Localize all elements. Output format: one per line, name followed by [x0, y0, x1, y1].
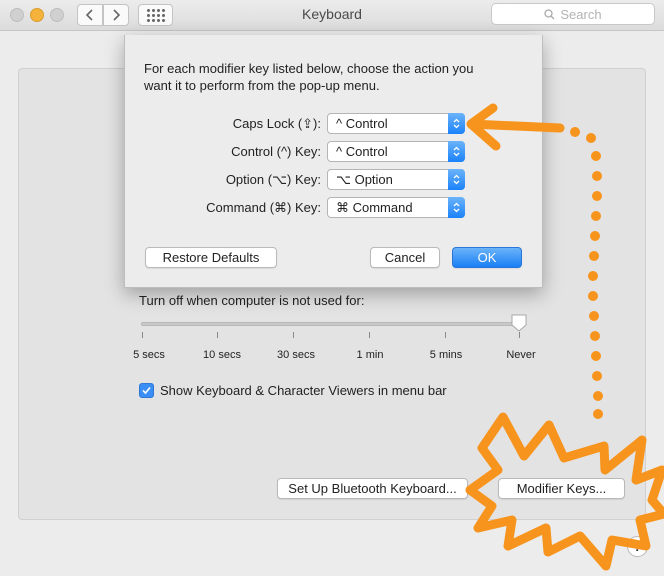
checkmark-icon: [142, 386, 151, 395]
modifier-keys-sheet: For each modifier key listed below, choo…: [124, 35, 543, 288]
slider-tick: [519, 332, 520, 338]
setup-bluetooth-button[interactable]: Set Up Bluetooth Keyboard...: [277, 478, 468, 499]
slider-knob[interactable]: [511, 314, 527, 332]
slider-tick-label: 5 secs: [133, 349, 165, 361]
modifier-keys-button[interactable]: Modifier Keys...: [498, 478, 625, 499]
popup-arrows-icon: [448, 113, 465, 134]
slider-tick-label: 10 secs: [203, 349, 241, 361]
slider-tick-label: Never: [506, 349, 536, 361]
slider-tick: [369, 332, 370, 338]
slider-tick-label: 1 min: [356, 349, 384, 361]
option-key-value: ⌥ Option: [336, 171, 393, 187]
caps-lock-value: ^ Control: [336, 116, 388, 131]
help-button[interactable]: ?: [627, 536, 648, 557]
slider-tick-label: 5 mins: [429, 349, 463, 361]
slider-tick: [293, 332, 294, 338]
control-key-popup[interactable]: ^ Control: [327, 141, 465, 162]
control-key-value: ^ Control: [336, 144, 388, 159]
sheet-description: For each modifier key listed below, choo…: [144, 60, 524, 94]
slider-tick: [142, 332, 143, 338]
idle-slider-track[interactable]: [141, 322, 519, 326]
restore-defaults-button[interactable]: Restore Defaults: [145, 247, 277, 268]
popup-arrows-icon: [448, 169, 465, 190]
option-key-popup[interactable]: ⌥ Option: [327, 169, 465, 190]
search-icon: [544, 8, 555, 19]
ok-button[interactable]: OK: [452, 247, 522, 268]
command-key-value: ⌘ Command: [336, 199, 413, 215]
show-viewers-label: Show Keyboard & Character Viewers in men…: [160, 383, 447, 398]
search-field[interactable]: Search: [491, 3, 655, 25]
cancel-button[interactable]: Cancel: [370, 247, 440, 268]
popup-arrows-icon: [448, 141, 465, 162]
show-viewers-row[interactable]: Show Keyboard & Character Viewers in men…: [139, 383, 447, 398]
slider-tick-label: 30 secs: [277, 349, 315, 361]
slider-tick: [217, 332, 218, 338]
sheet-description-line: For each modifier key listed below, choo…: [144, 61, 474, 76]
control-key-label: Control (^) Key:: [231, 144, 321, 159]
command-key-label: Command (⌘) Key:: [206, 200, 321, 215]
popup-arrows-icon: [448, 197, 465, 218]
turnoff-label: Turn off when computer is not used for:: [139, 293, 365, 308]
title-bar: Keyboard Search: [0, 0, 664, 31]
sheet-description-line: want it to perform from the pop-up menu.: [144, 78, 380, 93]
show-viewers-checkbox[interactable]: [139, 383, 154, 398]
option-key-label: Option (⌥) Key:: [225, 172, 321, 187]
caps-lock-label: Caps Lock (⇪):: [232, 116, 321, 131]
slider-tick: [445, 332, 446, 338]
caps-lock-popup[interactable]: ^ Control: [327, 113, 465, 134]
command-key-popup[interactable]: ⌘ Command: [327, 197, 465, 218]
search-placeholder: Search: [560, 6, 602, 22]
